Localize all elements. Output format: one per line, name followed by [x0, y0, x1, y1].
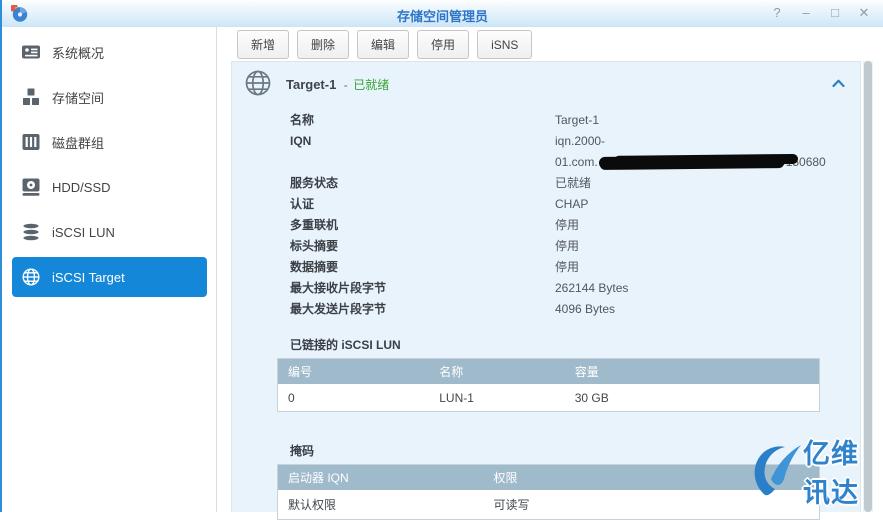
- field-row-iqn: IQN iqn.2000- 01.com.150680: [290, 131, 860, 173]
- isns-button[interactable]: iSNS: [477, 30, 532, 59]
- field-row-multi-session: 多重联机 停用: [290, 215, 860, 236]
- edit-button[interactable]: 编辑: [357, 30, 409, 59]
- lun-section-title: 已链接的 iSCSI LUN: [290, 336, 860, 353]
- window-title: 存储空间管理员: [2, 6, 883, 25]
- sidebar-item-iscsi-lun[interactable]: iSCSI LUN: [12, 212, 207, 252]
- sidebar-item-label: 磁盘群组: [52, 133, 104, 152]
- lun-col-capacity: 容量: [565, 359, 820, 385]
- sidebar-item-system-overview[interactable]: 系统概况: [12, 32, 207, 72]
- cubes-icon: [21, 87, 41, 107]
- field-row-header-digest: 标头摘要 停用: [290, 236, 860, 257]
- minimize-icon[interactable]: –: [799, 4, 813, 22]
- sidebar: 系统概况 存储空间 磁盘群组 HDD/SSD: [2, 27, 217, 512]
- title-bar: 存储空间管理员 ? – □ ✕: [2, 0, 883, 28]
- target-globe-icon: [244, 69, 272, 102]
- database-icon: [21, 222, 41, 242]
- sidebar-item-label: iSCSI Target: [52, 270, 125, 285]
- field-row-max-receive: 最大接收片段字节 262144 Bytes: [290, 278, 860, 299]
- sidebar-item-label: 存储空间: [52, 88, 104, 107]
- vertical-scrollbar: [863, 61, 873, 512]
- iqn-value: iqn.2000- 01.com.150680: [555, 131, 826, 173]
- add-button[interactable]: 新增: [237, 30, 289, 59]
- target-fields: 名称 Target-1 IQN iqn.2000- 01.com.150680 …: [232, 110, 860, 320]
- mask-table-header-row: 启动器 IQN 权限: [278, 465, 820, 491]
- delete-button[interactable]: 删除: [297, 30, 349, 59]
- mask-col-permission: 权限: [483, 465, 819, 491]
- target-name: Target-1: [286, 77, 336, 92]
- window-controls: ? – □ ✕: [770, 4, 871, 22]
- lun-col-name: 名称: [429, 359, 565, 385]
- mask-section-title: 掩码: [290, 442, 860, 459]
- mask-table-row[interactable]: 默认权限 可读写: [278, 490, 820, 520]
- lun-table-header-row: 编号 名称 容量: [278, 359, 820, 385]
- mask-col-initiator-iqn: 启动器 IQN: [278, 465, 484, 491]
- globe-icon: [21, 267, 41, 287]
- target-status-badge: 已就绪: [353, 78, 389, 92]
- maximize-icon[interactable]: □: [828, 4, 842, 22]
- sidebar-item-disk-group[interactable]: 磁盘群组: [12, 122, 207, 162]
- sidebar-item-label: HDD/SSD: [52, 180, 111, 195]
- target-header: Target-1 - 已就绪: [232, 62, 860, 104]
- lun-table-row[interactable]: 0 LUN-1 30 GB: [278, 384, 820, 412]
- field-row-data-digest: 数据摘要 停用: [290, 257, 860, 278]
- lun-col-number: 编号: [278, 359, 430, 385]
- storage-manager-window: 存储空间管理员 ? – □ ✕ 系统概况 存储空间: [0, 0, 883, 512]
- overview-icon: [21, 42, 41, 62]
- field-row-service-status: 服务状态 已就绪: [290, 173, 860, 194]
- collapse-chevron-up-icon[interactable]: [832, 75, 845, 93]
- help-icon[interactable]: ?: [770, 4, 784, 22]
- hdd-icon: [21, 177, 41, 197]
- header-separator: -: [344, 78, 348, 92]
- field-row-name: 名称 Target-1: [290, 110, 860, 131]
- disk-group-icon: [21, 132, 41, 152]
- field-row-auth: 认证 CHAP: [290, 194, 860, 215]
- toolbar: 新增 删除 编辑 停用 iSNS: [217, 27, 883, 59]
- main-content: 新增 删除 编辑 停用 iSNS Target-1 - 已就绪: [217, 27, 883, 512]
- sidebar-item-label: 系统概况: [52, 43, 104, 62]
- target-detail-panel: Target-1 - 已就绪 名称 Target-1 IQN: [231, 61, 861, 512]
- close-icon[interactable]: ✕: [857, 4, 871, 22]
- service-status-value: 已就绪: [555, 173, 591, 194]
- disable-button[interactable]: 停用: [417, 30, 469, 59]
- redaction-mark: [599, 155, 785, 169]
- sidebar-item-label: iSCSI LUN: [52, 225, 115, 240]
- window-body: 系统概况 存储空间 磁盘群组 HDD/SSD: [2, 27, 883, 512]
- scrollbar-thumb[interactable]: [864, 61, 872, 512]
- field-row-max-send: 最大发送片段字节 4096 Bytes: [290, 299, 860, 320]
- lun-table: 编号 名称 容量 0 LUN-1 30 GB: [277, 358, 820, 412]
- sidebar-item-hdd-ssd[interactable]: HDD/SSD: [12, 167, 207, 207]
- sidebar-item-storage-space[interactable]: 存储空间: [12, 77, 207, 117]
- sidebar-item-iscsi-target[interactable]: iSCSI Target: [12, 257, 207, 297]
